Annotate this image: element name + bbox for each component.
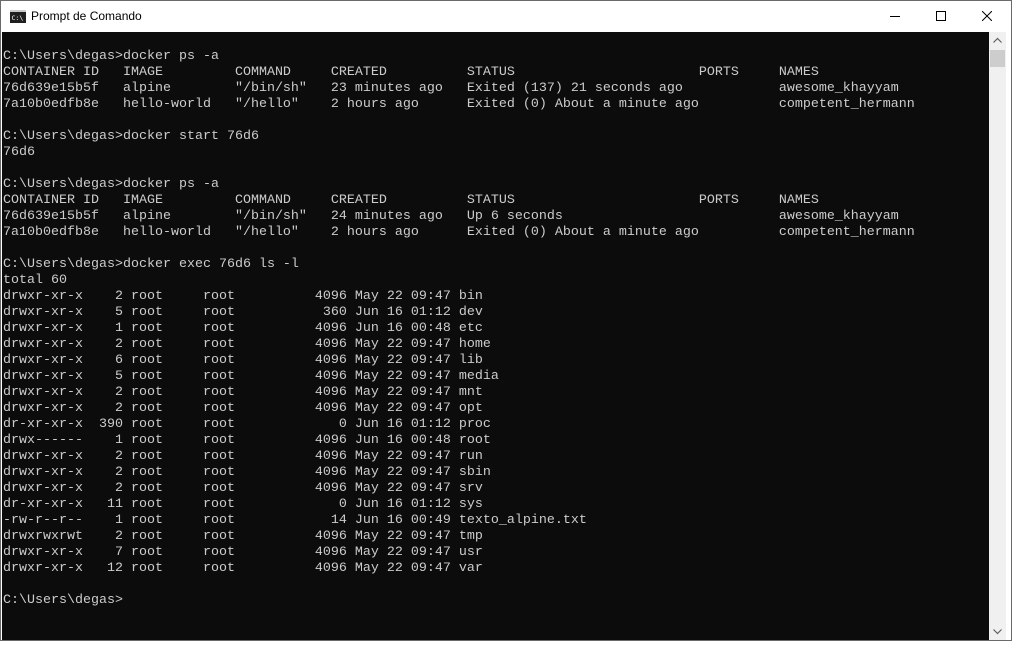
console-line: C:\Users\degas>docker ps -a <box>3 177 219 192</box>
console-line: drwxr-xr-x 2 root root 4096 May 22 09:47… <box>3 481 483 496</box>
console-line: 76d639e15b5f alpine "/bin/sh" 23 minutes… <box>3 81 899 96</box>
console-line: CONTAINER ID IMAGE COMMAND CREATED STATU… <box>3 193 819 208</box>
close-button[interactable] <box>964 1 1010 32</box>
console-output[interactable]: C:\Users\degas>docker ps -a CONTAINER ID … <box>2 32 989 640</box>
console-line: drwxr-xr-x 2 root root 4096 May 22 09:47… <box>3 385 483 400</box>
console-line: drwxrwxrwt 2 root root 4096 May 22 09:47… <box>3 529 483 544</box>
maximize-button[interactable] <box>918 1 964 32</box>
console-line: drwx------ 1 root root 4096 Jun 16 00:48… <box>3 433 491 448</box>
cmd-icon[interactable]: C:\ <box>10 10 26 23</box>
console-line: -rw-r--r-- 1 root root 14 Jun 16 00:49 t… <box>3 513 587 528</box>
title-bar[interactable]: C:\ Prompt de Comando <box>1 1 1011 32</box>
console-line: drwxr-xr-x 5 root root 4096 May 22 09:47… <box>3 369 499 384</box>
console-line: drwxr-xr-x 7 root root 4096 May 22 09:47… <box>3 545 483 560</box>
window-title: Prompt de Comando <box>31 9 142 23</box>
console-line: C:\Users\degas> <box>3 593 123 608</box>
vertical-scrollbar[interactable] <box>989 32 1006 640</box>
console-line: total 60 <box>3 273 67 288</box>
console-line: 76d6 <box>3 145 35 160</box>
console-line: C:\Users\degas>docker start 76d6 <box>3 129 259 144</box>
scroll-up-button[interactable] <box>989 32 1006 49</box>
scroll-down-button[interactable] <box>989 623 1006 640</box>
scroll-up-arrow-icon <box>993 37 1002 43</box>
console-line: drwxr-xr-x 5 root root 360 Jun 16 01:12 … <box>3 305 483 320</box>
console-line: drwxr-xr-x 2 root root 4096 May 22 09:47… <box>3 337 491 352</box>
console-line: drwxr-xr-x 1 root root 4096 Jun 16 00:48… <box>3 321 483 336</box>
minimize-icon <box>890 16 900 17</box>
console-line: 76d639e15b5f alpine "/bin/sh" 24 minutes… <box>3 209 899 224</box>
console-line: drwxr-xr-x 2 root root 4096 May 22 09:47… <box>3 289 483 304</box>
console-line: 7a10b0edfb8e hello-world "/hello" 2 hour… <box>3 225 915 240</box>
console-lines: C:\Users\degas>docker ps -a CONTAINER ID … <box>3 33 915 609</box>
console-line: drwxr-xr-x 2 root root 4096 May 22 09:47… <box>3 465 491 480</box>
maximize-icon <box>936 11 946 21</box>
scroll-down-arrow-icon <box>993 629 1002 635</box>
console-line: drwxr-xr-x 2 root root 4096 May 22 09:47… <box>3 449 483 464</box>
console-line: 7a10b0edfb8e hello-world "/hello" 2 hour… <box>3 97 915 112</box>
svg-text:C:\: C:\ <box>12 14 24 22</box>
scrollbar-thumb[interactable] <box>990 50 1005 67</box>
console-line: C:\Users\degas>docker exec 76d6 ls -l <box>3 257 299 272</box>
console-line: CONTAINER ID IMAGE COMMAND CREATED STATU… <box>3 65 819 80</box>
console-line: drwxr-xr-x 12 root root 4096 May 22 09:4… <box>3 561 483 576</box>
console-line: C:\Users\degas>docker ps -a <box>3 49 219 64</box>
command-prompt-window: C:\ Prompt de Comando C:\Users\degas>doc… <box>0 0 1012 641</box>
console-line: drwxr-xr-x 2 root root 4096 May 22 09:47… <box>3 401 483 416</box>
close-icon <box>982 11 992 21</box>
console-line: dr-xr-xr-x 390 root root 0 Jun 16 01:12 … <box>3 417 491 432</box>
console-line: drwxr-xr-x 6 root root 4096 May 22 09:47… <box>3 353 483 368</box>
console-line: dr-xr-xr-x 11 root root 0 Jun 16 01:12 s… <box>3 497 483 512</box>
minimize-button[interactable] <box>872 1 918 32</box>
